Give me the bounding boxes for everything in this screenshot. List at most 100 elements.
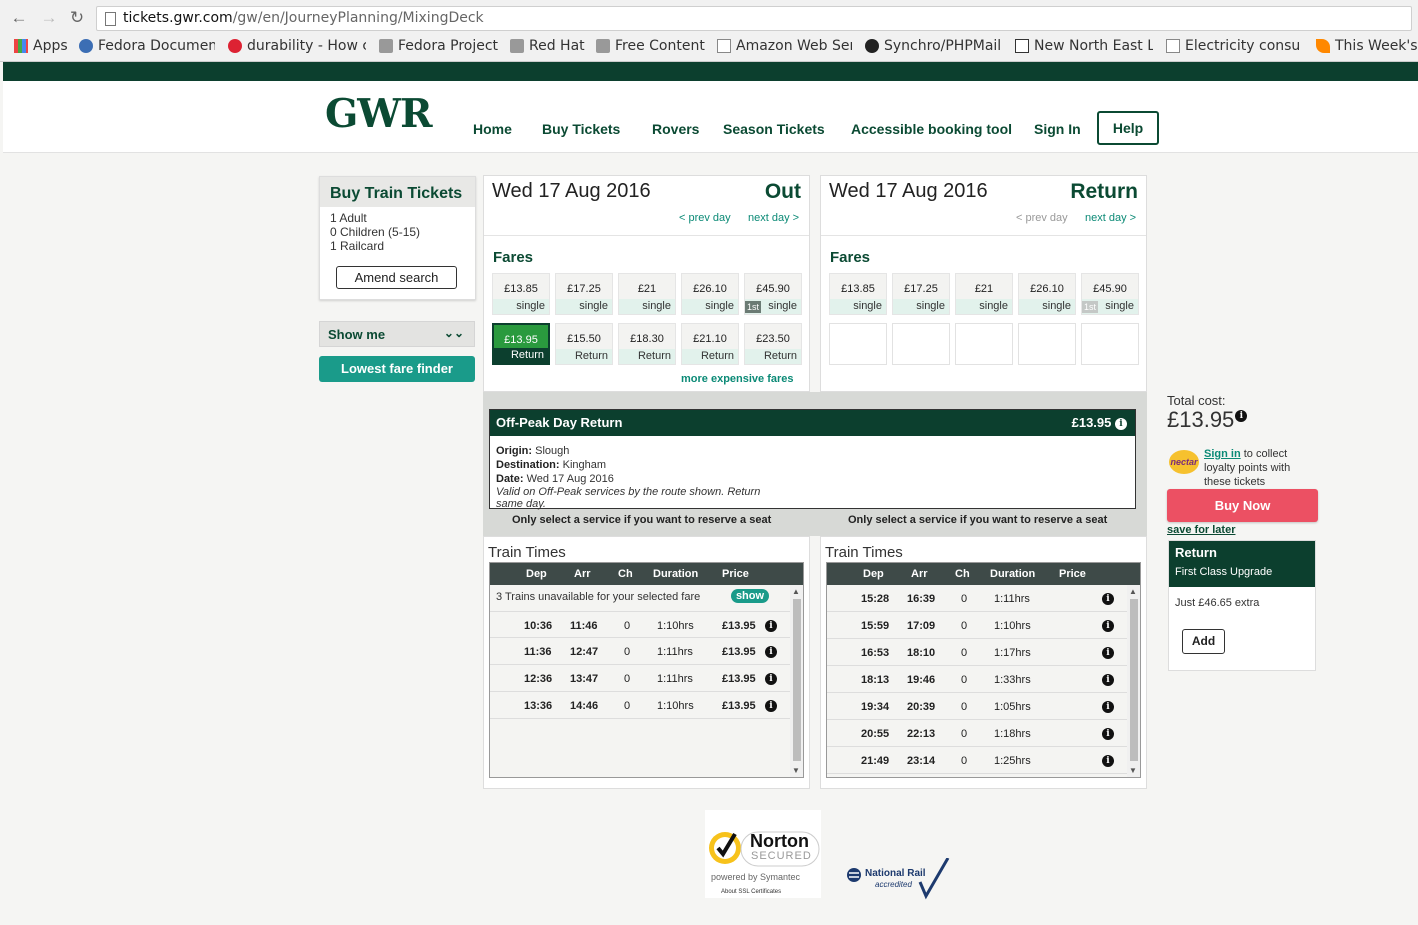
info-icon[interactable]: i	[1102, 728, 1114, 740]
norton-about-link[interactable]: About SSL Certificates	[721, 889, 781, 895]
fare-single[interactable]: £21 single	[955, 273, 1013, 315]
scrollbar[interactable]: ▲ ▼	[790, 585, 803, 777]
gwr-logo[interactable]: GWR	[325, 91, 433, 137]
info-icon[interactable]: i	[1102, 755, 1114, 767]
bookmark-red-hat[interactable]: Red Hat	[510, 38, 590, 54]
fare-return[interactable]: £23.50 Return	[744, 323, 802, 365]
show-me-dropdown[interactable]: Show me ⌄⌄	[319, 321, 475, 347]
info-icon[interactable]: i	[1102, 593, 1114, 605]
fare-return[interactable]: £21.10 Return	[681, 323, 739, 365]
fare-single[interactable]: £17.25 single	[555, 273, 613, 315]
bookmark-aws[interactable]: Amazon Web Ser	[717, 38, 852, 54]
fare-return[interactable]: £15.50 Return	[555, 323, 613, 365]
train-times-list[interactable]: Dep Arr Ch Duration Price 15:28 16:39 0 1:1…	[826, 562, 1141, 778]
out-prev-day[interactable]: < prev day	[679, 212, 731, 224]
bookmark-this-week[interactable]: This Week's	[1316, 38, 1418, 54]
info-icon[interactable]: i	[1115, 418, 1127, 430]
scroll-up-icon[interactable]: ▲	[1129, 587, 1137, 596]
scrollbar[interactable]: ▲ ▼	[1127, 585, 1140, 777]
info-icon[interactable]: i	[1102, 701, 1114, 713]
info-icon[interactable]: i	[1102, 674, 1114, 686]
fare-price: £15.50	[567, 333, 601, 345]
buy-now-button[interactable]: Buy Now	[1167, 489, 1318, 522]
accredited-text: accredited	[875, 880, 912, 889]
fare-single-first-class[interactable]: £45.90 1st single	[744, 273, 802, 315]
fare-price: £13.85	[841, 283, 875, 295]
fare-single[interactable]: £26.10 single	[1018, 273, 1076, 315]
train-times-list[interactable]: Dep Arr Ch Duration Price 3 Trains unava…	[489, 562, 804, 778]
fare-single[interactable]: £26.10 single	[681, 273, 739, 315]
info-icon[interactable]: i	[1102, 647, 1114, 659]
train-row[interactable]: 16:53 18:10 0 1:17hrs i	[827, 639, 1127, 666]
changes: 0	[961, 647, 968, 659]
fare-single-first-class[interactable]: £45.90 1st single	[1081, 273, 1139, 315]
buy-tickets-box: Buy Train Tickets 1 Adult 0 Children (5-…	[319, 176, 476, 300]
add-upgrade-button[interactable]: Add	[1182, 629, 1225, 654]
changes: 0	[961, 755, 968, 767]
nav-sign-in[interactable]: Sign In	[1034, 121, 1081, 137]
bookmark-apps[interactable]: Apps	[14, 38, 69, 54]
info-icon[interactable]: i	[765, 646, 777, 658]
bookmark-fedora-project[interactable]: Fedora Project	[379, 38, 504, 54]
scroll-thumb[interactable]	[1130, 599, 1138, 761]
bookmark-phpmailer[interactable]: Synchro/PHPMail	[865, 38, 1003, 54]
train-row[interactable]: 15:28 16:39 0 1:11hrs i	[827, 585, 1127, 612]
train-row[interactable]: 19:34 20:39 0 1:05hrs i	[827, 693, 1127, 720]
scroll-thumb[interactable]	[793, 599, 801, 761]
out-fares-title: Fares	[493, 249, 534, 266]
info-icon[interactable]: i	[1235, 410, 1248, 422]
fare-label: single	[768, 300, 797, 312]
train-row[interactable]: 18:13 19:46 0 1:33hrs i	[827, 666, 1127, 693]
out-next-day[interactable]: next day >	[748, 212, 799, 224]
reload-icon[interactable]: ↻	[66, 8, 88, 28]
show-unavailable-button[interactable]: show	[731, 589, 769, 603]
bookmark-electricity[interactable]: Electricity consu	[1166, 38, 1304, 54]
amend-search-button[interactable]: Amend search	[336, 266, 457, 289]
train-row[interactable]: 13:36 14:46 0 1:10hrs £13.95 i	[490, 692, 790, 719]
scroll-up-icon[interactable]: ▲	[792, 587, 800, 596]
back-icon[interactable]: ←	[8, 8, 30, 28]
norton-secured-badge[interactable]: Norton SECURED powered by Symantec About…	[705, 810, 821, 898]
passenger-children: 0 Children (5-15)	[330, 225, 421, 239]
ret-next-day[interactable]: next day >	[1085, 212, 1136, 224]
address-bar[interactable]: tickets.gwr.com/gw/en/JourneyPlanning/Mi…	[96, 6, 1412, 31]
nav-rovers[interactable]: Rovers	[652, 121, 699, 137]
bookmark-north-east[interactable]: New North East L	[1015, 38, 1153, 54]
help-button[interactable]: Help	[1097, 111, 1159, 145]
bookmark-fedora-docs[interactable]: Fedora Documen	[79, 38, 215, 54]
bookmark-label: Fedora Project	[398, 38, 499, 54]
more-expensive-fares-link[interactable]: more expensive fares	[681, 373, 794, 385]
fare-single[interactable]: £13.85 single	[492, 273, 550, 315]
lowest-fare-finder-button[interactable]: Lowest fare finder	[319, 356, 475, 382]
nav-season-tickets[interactable]: Season Tickets	[723, 121, 825, 137]
info-icon[interactable]: i	[765, 620, 777, 632]
nav-home[interactable]: Home	[473, 121, 512, 137]
info-icon[interactable]: i	[765, 700, 777, 712]
train-row[interactable]: 15:59 17:09 0 1:10hrs i	[827, 612, 1127, 639]
fare-label: single	[956, 299, 1012, 314]
fare-return-selected[interactable]: £13.95 Return	[492, 323, 550, 365]
ret-prev-day[interactable]: < prev day	[1016, 212, 1068, 224]
fare-return[interactable]: £18.30 Return	[618, 323, 676, 365]
save-for-later-link[interactable]: save for later	[1167, 524, 1235, 536]
fare-single[interactable]: £21 single	[618, 273, 676, 315]
bookmark-free-content[interactable]: Free Content	[596, 38, 708, 54]
train-row[interactable]: 12:36 13:47 0 1:11hrs £13.95 i	[490, 665, 790, 692]
national-rail-text: National Rail	[865, 868, 926, 879]
train-row[interactable]: 11:36 12:47 0 1:11hrs £13.95 i	[490, 638, 790, 665]
fare-single[interactable]: £17.25 single	[892, 273, 950, 315]
scroll-down-icon[interactable]: ▼	[792, 766, 800, 775]
scroll-down-icon[interactable]: ▼	[1129, 766, 1137, 775]
info-icon[interactable]: i	[765, 673, 777, 685]
fare-single[interactable]: £13.85 single	[829, 273, 887, 315]
train-row[interactable]: 10:36 11:46 0 1:10hrs £13.95 i	[490, 611, 790, 638]
nav-buy-tickets[interactable]: Buy Tickets	[542, 121, 620, 137]
train-row[interactable]: 20:55 22:13 0 1:18hrs i	[827, 720, 1127, 747]
info-icon[interactable]: i	[1102, 620, 1114, 632]
bookmark-durability[interactable]: durability - How c	[228, 38, 366, 54]
train-row[interactable]: 21:49 23:14 0 1:25hrs i	[827, 747, 1127, 774]
duration: 1:25hrs	[994, 755, 1031, 767]
nectar-sign-in-link[interactable]: Sign in	[1204, 448, 1241, 460]
forward-icon[interactable]: →	[38, 8, 60, 28]
nav-accessible-booking[interactable]: Accessible booking tool	[851, 121, 1012, 137]
